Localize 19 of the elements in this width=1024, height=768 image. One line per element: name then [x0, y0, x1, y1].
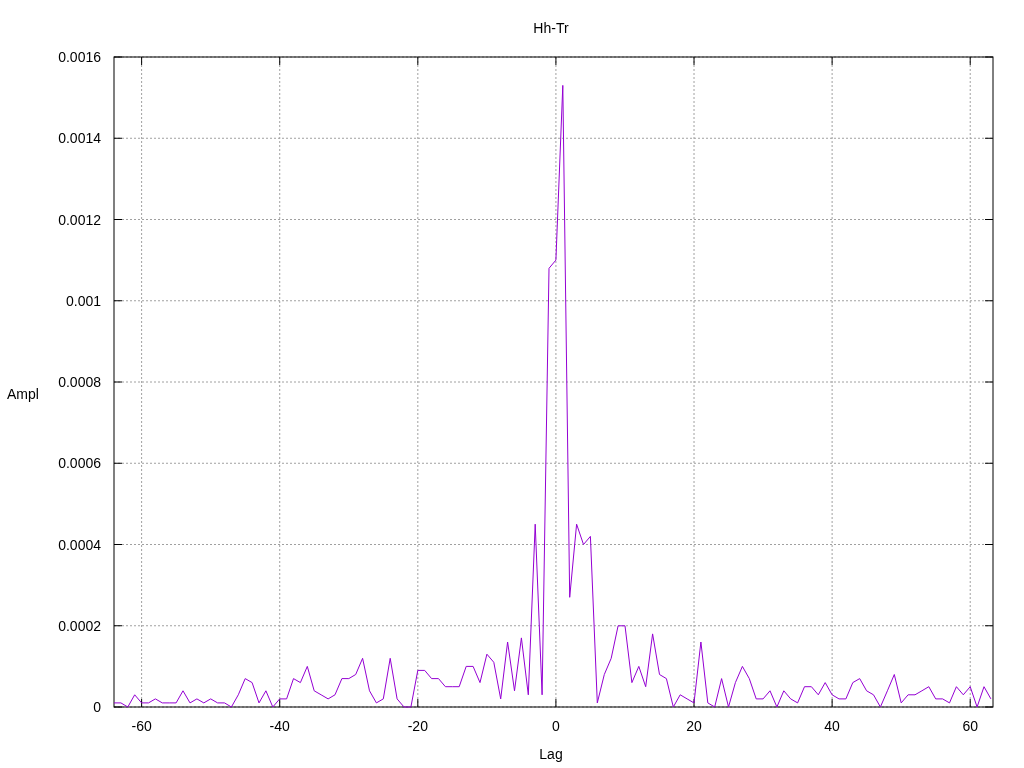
tick-label: 0.0014	[58, 130, 101, 147]
tick-label: 0.001	[65, 292, 101, 309]
tick-label: 0.0016	[58, 49, 101, 65]
tick-label: 60	[962, 718, 978, 734]
tick-label: 0.0012	[58, 211, 101, 228]
tick-label: -40	[269, 718, 290, 734]
tick-label: -60	[131, 718, 152, 734]
tick-label: 0.0002	[58, 617, 101, 634]
tick-label: 0	[552, 718, 560, 734]
tick-label: 20	[686, 718, 702, 734]
tick-label: -20	[407, 718, 428, 734]
tick-label: 0.0006	[58, 455, 101, 472]
tick-label: 0.0004	[58, 536, 101, 553]
tick-label: 0	[93, 699, 101, 715]
axis-label: Ampl	[7, 386, 39, 402]
tick-label: 0.0008	[58, 374, 101, 390]
chart-title: Hh-Tr	[533, 20, 569, 36]
tick-label: 40	[824, 718, 840, 734]
axis-label: Lag	[539, 746, 563, 762]
